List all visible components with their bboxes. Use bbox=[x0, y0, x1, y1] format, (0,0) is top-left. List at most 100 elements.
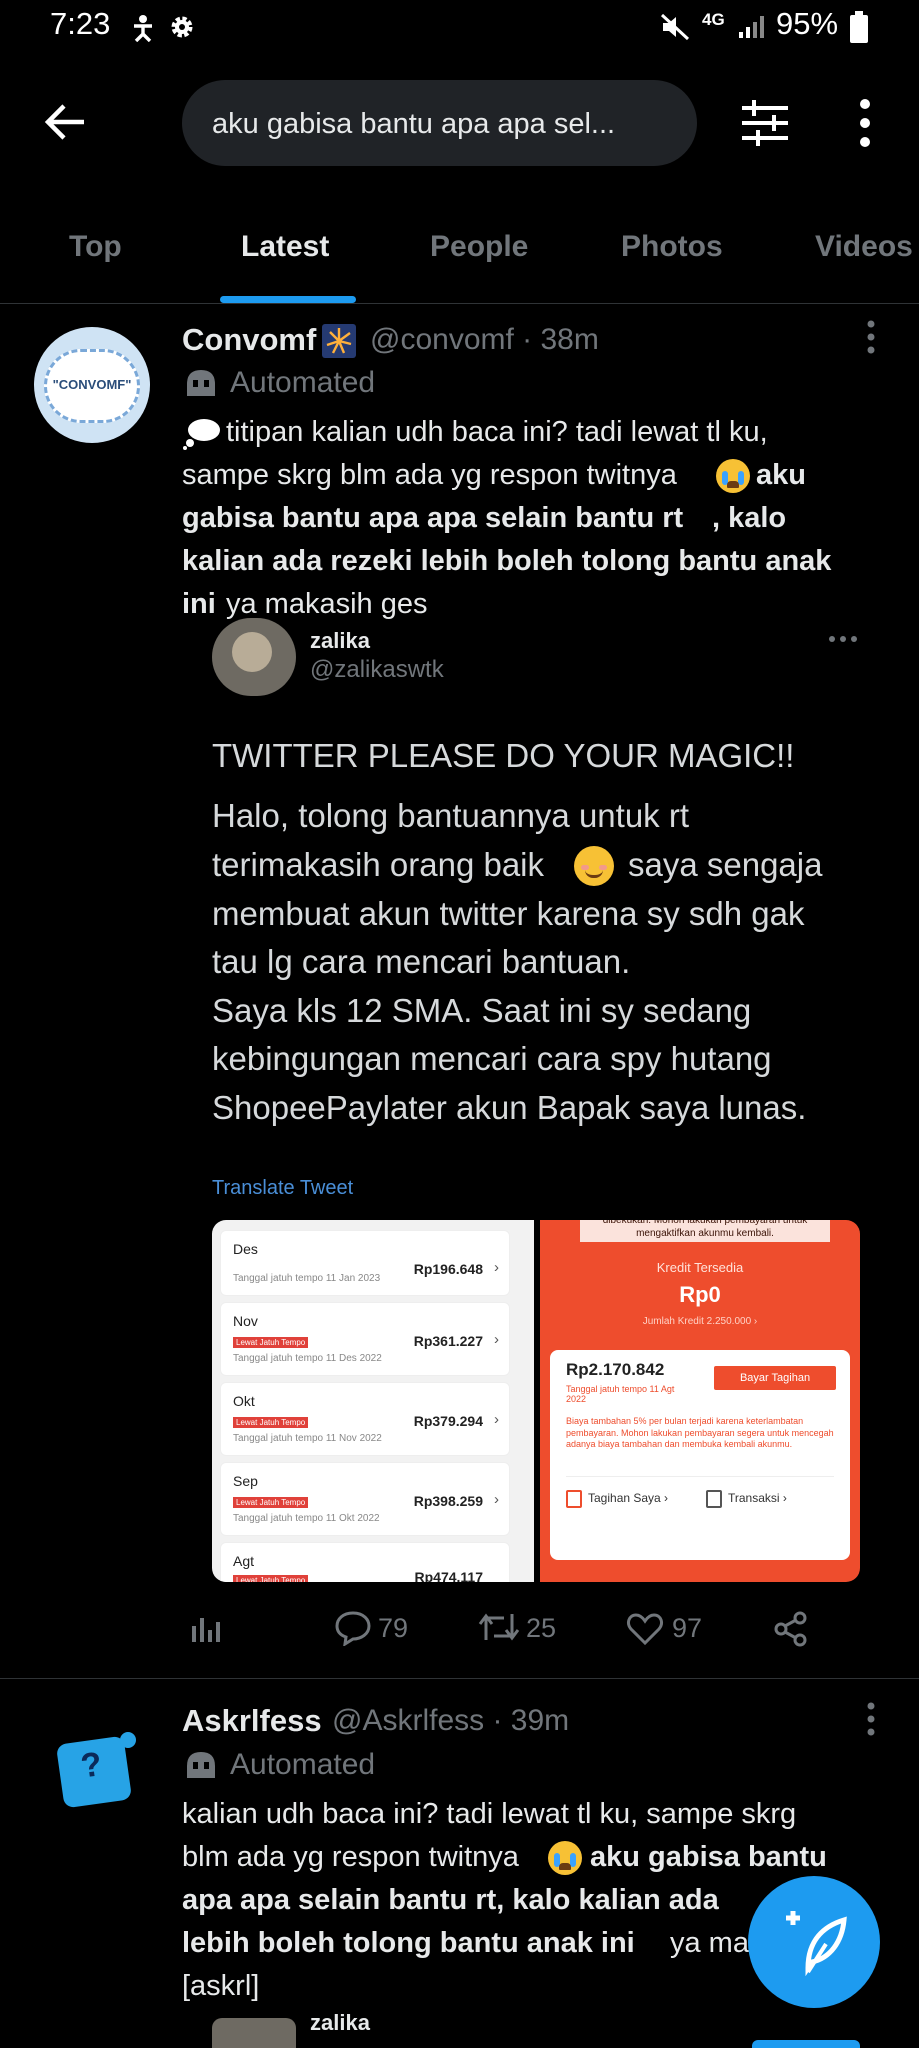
bill-amount: Rp474.117 bbox=[414, 1569, 484, 1582]
pay-bill-button[interactable]: Bayar Tagihan bbox=[714, 1366, 836, 1390]
analytics-icon[interactable] bbox=[190, 1612, 222, 1644]
bill-row: Sep Lewat Jatuh Tempo Tanggal jatuh temp… bbox=[220, 1462, 510, 1536]
bot-icon bbox=[187, 370, 215, 396]
avatar-question-badge: ? bbox=[55, 1735, 133, 1809]
credit-value: Rp0 bbox=[679, 1282, 721, 1307]
frozen-notice: dibekukan. Mohon lakukan pembayaran untu… bbox=[580, 1220, 830, 1242]
bill-row: Nov Lewat Jatuh Tempo Tanggal jatuh temp… bbox=[220, 1302, 510, 1376]
bill-month: Agt bbox=[233, 1553, 255, 1569]
tweet-text-line: kalian udh baca ini? tadi lewat tl ku, s… bbox=[182, 1798, 797, 1830]
tweet-more-icon[interactable] bbox=[866, 320, 876, 354]
compose-feather-icon bbox=[786, 1911, 847, 1976]
chevron-right-icon: › bbox=[494, 1411, 499, 1428]
bill-amount: Rp196.648 bbox=[413, 1261, 483, 1277]
bill-due: Tanggal jatuh tempo 11 Des 2022 bbox=[233, 1353, 382, 1364]
compose-tweet-button[interactable] bbox=[748, 1876, 880, 2008]
chevron-right-icon: › bbox=[494, 1331, 499, 1348]
quote-author-name[interactable]: zalika bbox=[310, 2010, 370, 2036]
late-badge: Lewat Jatuh Tempo bbox=[233, 1575, 309, 1582]
quote-avatar[interactable] bbox=[212, 2018, 296, 2048]
back-arrow-icon[interactable] bbox=[44, 100, 88, 144]
thought-balloon-emoji bbox=[183, 419, 220, 450]
search-input[interactable]: aku gabisa bantu apa apa sel... bbox=[182, 80, 697, 166]
transactions-link[interactable]: Transaksi › bbox=[728, 1491, 787, 1505]
more-options-icon[interactable] bbox=[858, 98, 872, 148]
bot-icon bbox=[187, 1752, 215, 1778]
media-preview-edge bbox=[752, 2040, 860, 2048]
quote-more-icon[interactable] bbox=[828, 634, 858, 644]
quote-heading: TWITTER PLEASE DO YOUR MAGIC!! bbox=[212, 737, 795, 774]
card-divider bbox=[566, 1476, 834, 1477]
tab-photos[interactable]: Photos bbox=[621, 230, 723, 264]
tweet-author-name[interactable]: Convomf bbox=[182, 322, 316, 358]
bill-amount: Rp398.259 bbox=[413, 1493, 483, 1509]
mute-icon bbox=[660, 13, 690, 41]
media-image-credit[interactable]: dibekukan. Mohon lakukan pembayaran untu… bbox=[540, 1220, 860, 1582]
tweet-text-line: apa apa selain bantu rt, kalo kalian ada bbox=[182, 1884, 719, 1916]
tweet-text-line: titipan kalian udh baca ini? tadi lewat … bbox=[226, 416, 768, 448]
late-badge: Lewat Jatuh Tempo bbox=[233, 1497, 309, 1508]
tweet-handle-time: @Askrlfess · 39m bbox=[332, 1704, 570, 1737]
tweet-handle-time: @convomf · 38m bbox=[370, 323, 599, 356]
quote-author-name[interactable]: zalika bbox=[310, 628, 370, 654]
automated-label: Automated bbox=[230, 366, 376, 399]
bill-amount: Rp361.227 bbox=[413, 1333, 483, 1349]
settings-gear-icon bbox=[171, 16, 193, 38]
share-icon[interactable] bbox=[772, 1610, 810, 1648]
active-tab-indicator bbox=[220, 296, 356, 303]
fee-note: Biaya tambahan 5% per bulan terjadi kare… bbox=[566, 1416, 834, 1449]
translate-tweet-link[interactable]: Translate Tweet bbox=[212, 1177, 353, 1200]
tweet-text-line: lebih boleh tolong bantu anak ini bbox=[182, 1927, 635, 1959]
quote-text-line: tau lg cara mencari bantuan. bbox=[212, 943, 631, 980]
tweet-text-line: , kalo bbox=[712, 502, 787, 534]
filter-sliders-icon[interactable] bbox=[740, 96, 790, 150]
tab-top[interactable]: Top bbox=[69, 230, 122, 264]
late-badge: Lewat Jatuh Tempo bbox=[233, 1337, 309, 1348]
avatar[interactable]: "CONVOMF" bbox=[34, 327, 150, 443]
tweet-author-name[interactable]: Askrlfess bbox=[182, 1703, 322, 1739]
like-heart-icon[interactable] bbox=[626, 1612, 664, 1646]
tweet-text-line: ini bbox=[182, 588, 216, 620]
quote-text-line: membuat akun twitter karena sy sdh gak bbox=[212, 895, 805, 932]
bill-row: Des Tanggal jatuh tempo 11 Jan 2023 Rp19… bbox=[220, 1230, 510, 1296]
accessibility-icon bbox=[134, 15, 152, 42]
tweet-more-icon[interactable] bbox=[866, 1702, 876, 1736]
bill-month: Sep bbox=[233, 1473, 258, 1489]
quote-text-line: terimakasih orang baik bbox=[212, 846, 544, 883]
bill-month: Des bbox=[233, 1241, 258, 1257]
receipt-icon bbox=[566, 1490, 582, 1508]
tab-latest[interactable]: Latest bbox=[241, 230, 329, 264]
quote-text-line: kebingungan mencari cara spy hutang bbox=[212, 1040, 772, 1077]
bill-total: Rp2.170.842 bbox=[566, 1360, 665, 1379]
media-image-billing-list[interactable]: Des Tanggal jatuh tempo 11 Jan 2023 Rp19… bbox=[212, 1220, 534, 1582]
quote-avatar[interactable] bbox=[212, 618, 296, 696]
tabs-divider bbox=[0, 303, 919, 304]
retweet-icon[interactable] bbox=[478, 1610, 520, 1644]
my-bills-link[interactable]: Tagihan Saya › bbox=[588, 1491, 668, 1505]
crying-emoji bbox=[716, 459, 750, 493]
bill-row: Agt Lewat Jatuh Tempo Rp474.117 bbox=[220, 1542, 510, 1582]
bill-row: Okt Lewat Jatuh Tempo Tanggal jatuh temp… bbox=[220, 1382, 510, 1456]
retweet-count: 25 bbox=[526, 1613, 557, 1643]
bill-due: Tanggal jatuh tempo 11 Nov 2022 bbox=[233, 1433, 382, 1444]
quote-text-line: saya sengaja bbox=[628, 846, 823, 883]
quote-text-line: Saya kls 12 SMA. Saat ini sy sedang bbox=[212, 992, 752, 1029]
late-badge: Lewat Jatuh Tempo bbox=[233, 1417, 309, 1428]
battery-icon bbox=[850, 11, 868, 43]
quote-handle: @zalikaswtk bbox=[310, 656, 444, 683]
credit-label: Kredit Tersedia bbox=[656, 1260, 744, 1275]
verified-dot-icon bbox=[120, 1732, 136, 1748]
bill-month: Nov bbox=[233, 1313, 258, 1329]
reply-count: 79 bbox=[378, 1613, 409, 1643]
tab-videos[interactable]: Videos bbox=[815, 230, 913, 264]
bill-card: Rp2.170.842 Tanggal jatuh tempo 11 Agt 2… bbox=[550, 1350, 850, 1560]
avatar[interactable]: ? bbox=[48, 1730, 138, 1820]
tweet-text-line: kalian ada rezeki lebih boleh tolong ban… bbox=[182, 545, 832, 577]
reply-icon[interactable] bbox=[334, 1610, 372, 1646]
tab-people[interactable]: People bbox=[430, 230, 528, 264]
tweet-divider bbox=[0, 1678, 919, 1679]
chevron-right-icon: › bbox=[494, 1259, 499, 1276]
chevron-right-icon: › bbox=[494, 1491, 499, 1508]
smiling-emoji bbox=[574, 846, 614, 886]
tweet-text-line: blm ada yg respon twitnya bbox=[182, 1841, 519, 1873]
